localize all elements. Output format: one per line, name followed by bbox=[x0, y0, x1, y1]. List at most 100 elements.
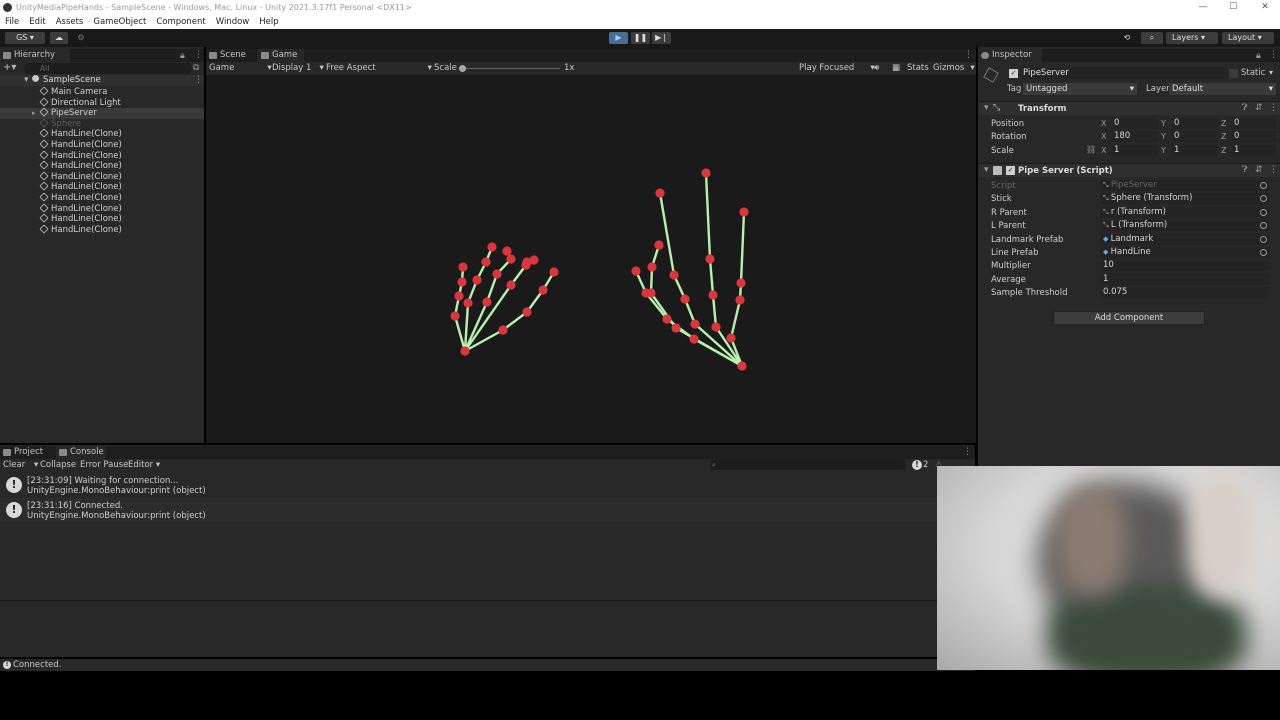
static-checkbox[interactable] bbox=[1229, 69, 1238, 78]
pause-icon[interactable]: ❚❚ bbox=[631, 32, 650, 44]
tag-dropdown[interactable]: Untagged ▾ bbox=[1023, 83, 1137, 95]
close-icon[interactable]: ✕ bbox=[1250, 0, 1280, 15]
game-mode-dropdown[interactable]: Game ▾ bbox=[209, 62, 272, 75]
log-count-icon[interactable]: ! bbox=[912, 460, 922, 470]
scale-x-field[interactable]: 1 bbox=[1112, 145, 1158, 156]
collapse-button[interactable]: Collapse bbox=[40, 459, 76, 471]
layout-dropdown[interactable]: Layout ▾ bbox=[1222, 32, 1274, 44]
script-field-value[interactable]: ⤡ Sphere (Transform) bbox=[1101, 193, 1269, 205]
more-icon[interactable]: ⋮ bbox=[194, 50, 203, 60]
hierarchy-item[interactable]: HandLine(Clone) bbox=[39, 150, 122, 162]
script-field-value[interactable]: ◆ Landmark bbox=[1101, 233, 1269, 245]
play-focused-dropdown[interactable]: Play Focused ▾ bbox=[799, 62, 875, 75]
scale-slider[interactable] bbox=[462, 68, 560, 69]
tab-game[interactable]: Game bbox=[258, 49, 304, 62]
position-x-field[interactable]: 0 bbox=[1112, 118, 1158, 129]
position-z-field[interactable]: 0 bbox=[1232, 118, 1276, 129]
pipeserver-expand-icon[interactable]: ▸ bbox=[32, 108, 36, 119]
add-object-button[interactable]: +▾ bbox=[3, 63, 21, 74]
history-icon[interactable]: ⟲ bbox=[1118, 32, 1136, 44]
hierarchy-item[interactable]: HandLine(Clone) bbox=[39, 213, 122, 225]
menu-help[interactable]: Help bbox=[259, 17, 278, 27]
transform-expand-icon[interactable]: ▾ bbox=[984, 103, 989, 113]
console-log-entry[interactable]: ! [23:31:16] Connected. UnityEngine.MonoBe… bbox=[0, 498, 938, 522]
inspector-lock-icon[interactable]: 🔒︎ bbox=[1256, 51, 1261, 61]
script-field-value[interactable]: ⤡ L (Transform) bbox=[1101, 220, 1269, 232]
menu-edit[interactable]: Edit bbox=[29, 17, 45, 27]
constrain-proportions-icon[interactable]: ⛓︎ bbox=[1086, 145, 1096, 154]
hierarchy-item[interactable]: HandLine(Clone) bbox=[39, 192, 122, 204]
maximize-icon[interactable]: ☐ bbox=[1218, 0, 1248, 15]
collab-icon[interactable]: ⚙ bbox=[73, 32, 89, 44]
transform-menu-icon[interactable]: ⋮ bbox=[1269, 103, 1278, 113]
console-log-entry[interactable]: ! [23:31:09] Waiting for connection... Uni… bbox=[0, 473, 938, 497]
scale-slider-handle[interactable] bbox=[459, 65, 466, 72]
search-icon[interactable]: ⌕ bbox=[1141, 32, 1163, 44]
transform-header[interactable]: ▾ ⤡ Transform ❓︎ ⇵ ⋮ bbox=[979, 101, 1280, 115]
script-help-icon[interactable]: ❓︎ bbox=[1242, 165, 1247, 175]
rotation-z-field[interactable]: 0 bbox=[1232, 131, 1276, 142]
menu-file[interactable]: File bbox=[5, 17, 19, 27]
display-dropdown[interactable]: Display 1 ▾ bbox=[272, 62, 324, 75]
game-viewport[interactable] bbox=[206, 75, 976, 443]
script-expand-icon[interactable]: ▾ bbox=[984, 165, 989, 175]
script-field-value[interactable]: ⤡ r (Transform) bbox=[1101, 206, 1269, 218]
game-more-icon[interactable]: ⋮ bbox=[964, 50, 973, 60]
transform-help-icon[interactable]: ❓︎ bbox=[1242, 103, 1247, 113]
scene-row[interactable]: ▾ ⯃ SampleScene ⋮ bbox=[0, 75, 204, 86]
script-enabled-checkbox[interactable]: ✓ bbox=[1006, 166, 1015, 175]
tab-scene[interactable]: Scene bbox=[206, 49, 254, 62]
hierarchy-item[interactable]: Sphere bbox=[39, 118, 81, 130]
play-icon[interactable]: ▶ bbox=[609, 32, 628, 44]
script-field-value[interactable]: 1 bbox=[1101, 273, 1269, 285]
menu-gameobject[interactable]: GameObject bbox=[93, 17, 146, 27]
object-picker-icon[interactable] bbox=[1260, 222, 1267, 230]
hierarchy-item[interactable]: HandLine(Clone) bbox=[39, 160, 122, 172]
hierarchy-item[interactable]: HandLine(Clone) bbox=[39, 139, 122, 151]
hierarchy-item[interactable]: Main Camera bbox=[39, 86, 107, 98]
transform-settings-icon[interactable]: ⇵ bbox=[1255, 103, 1263, 113]
script-field-value[interactable]: 10 bbox=[1101, 260, 1269, 272]
static-dropdown-icon[interactable]: ▾ bbox=[1269, 68, 1273, 77]
expand-icon[interactable]: ▾ bbox=[24, 75, 29, 85]
clear-button[interactable]: Clear ▾ bbox=[3, 459, 38, 471]
hierarchy-search-input[interactable]: All bbox=[24, 63, 192, 74]
scale-z-field[interactable]: 1 bbox=[1232, 145, 1276, 156]
script-field-value[interactable]: ◆ HandLine bbox=[1101, 247, 1269, 258]
active-checkbox[interactable]: ✓ bbox=[1009, 69, 1018, 78]
object-picker-icon[interactable] bbox=[1260, 208, 1267, 216]
menu-assets[interactable]: Assets bbox=[56, 17, 84, 27]
lock-icon[interactable]: 🔒︎ bbox=[180, 51, 185, 61]
hierarchy-item[interactable]: HandLine(Clone) bbox=[39, 224, 122, 236]
hierarchy-item[interactable]: HandLine(Clone) bbox=[39, 203, 122, 215]
tab-inspector[interactable]: Inspector bbox=[978, 49, 1042, 62]
hierarchy-item[interactable]: Directional Light bbox=[39, 97, 121, 109]
object-picker-icon[interactable] bbox=[1260, 249, 1267, 256]
script-settings-icon[interactable]: ⇵ bbox=[1255, 165, 1263, 175]
rotation-y-field[interactable]: 0 bbox=[1172, 131, 1218, 142]
editor-dropdown[interactable]: Editor ▾ bbox=[128, 459, 160, 471]
tab-project[interactable]: Project bbox=[0, 446, 52, 459]
object-picker-icon[interactable] bbox=[1260, 235, 1267, 243]
console-more-icon[interactable]: ⋮ bbox=[963, 447, 972, 457]
menu-component[interactable]: Component bbox=[156, 17, 205, 27]
layers-dropdown[interactable]: Layers ▾ bbox=[1166, 32, 1218, 44]
console-search-input[interactable]: ⌕ bbox=[710, 459, 906, 470]
hierarchy-item[interactable]: HandLine(Clone) bbox=[39, 171, 122, 183]
rotation-x-field[interactable]: 180 bbox=[1112, 131, 1158, 142]
account-button[interactable]: GS ▾ bbox=[5, 32, 45, 44]
aspect-dropdown[interactable]: Free Aspect ▾ bbox=[326, 62, 432, 75]
error-pause-button[interactable]: Error Pause bbox=[80, 459, 128, 471]
gizmos-button[interactable]: Gizmos ▾ bbox=[933, 62, 975, 75]
script-field-value[interactable]: 0.075 bbox=[1101, 287, 1269, 299]
add-component-button[interactable]: Add Component bbox=[1053, 311, 1205, 325]
layer-dropdown[interactable]: Default ▾ bbox=[1169, 83, 1276, 95]
script-menu-icon[interactable]: ⋮ bbox=[1269, 165, 1278, 175]
hierarchy-item[interactable]: PipeServer bbox=[39, 107, 97, 119]
script-header[interactable]: ▾ ✓ Pipe Server (Script) ❓︎ ⇵ ⋮ bbox=[979, 163, 1280, 177]
hierarchy-item[interactable]: HandLine(Clone) bbox=[39, 181, 122, 193]
tab-console[interactable]: Console bbox=[56, 446, 106, 459]
object-picker-icon[interactable] bbox=[1260, 195, 1267, 203]
cloud-icon[interactable]: ☁ bbox=[50, 32, 68, 44]
scene-menu-icon[interactable]: ⋮ bbox=[194, 75, 203, 85]
